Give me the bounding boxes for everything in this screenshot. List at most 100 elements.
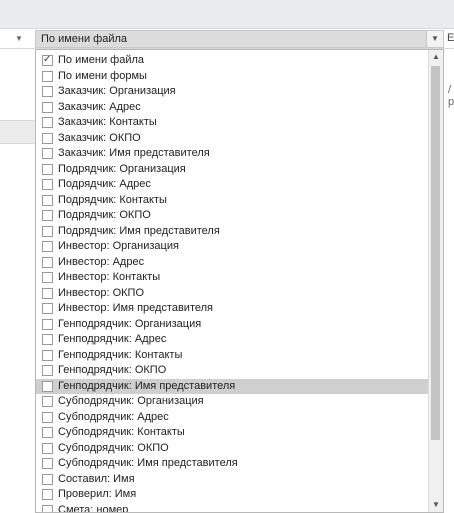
checkbox[interactable] (42, 132, 53, 144)
dropdown-item[interactable]: Генподрядчик: ОКПО (36, 363, 429, 379)
dropdown-item-label: Генподрядчик: Имя представителя (58, 379, 236, 392)
dropdown-item[interactable]: Инвестор: Контакты (36, 270, 429, 286)
checkbox[interactable] (42, 101, 53, 113)
dropdown-item[interactable]: Подрядчик: Контакты (36, 193, 429, 209)
checkbox[interactable] (42, 148, 53, 159)
dropdown-item-label: Инвестор: Имя представителя (58, 302, 213, 314)
dropdown-item-label: Проверил: Имя (58, 488, 137, 500)
dropdown-item[interactable]: Субподрядчик: ОКПО (36, 441, 429, 457)
checkbox[interactable] (42, 163, 53, 175)
checkbox[interactable] (42, 349, 53, 361)
dropdown-item[interactable]: Смета: номер (36, 503, 429, 513)
dropdown-item[interactable]: Генподрядчик: Адрес (36, 332, 429, 348)
dropdown-item-label: Подрядчик: ОКПО (58, 209, 151, 221)
dropdown-item[interactable]: Генподрядчик: Организация (36, 317, 429, 333)
dropdown-item-label: Субподрядчик: Организация (58, 395, 204, 407)
dropdown-item[interactable]: Инвестор: Организация (36, 239, 429, 255)
checkbox[interactable] (42, 52, 53, 67)
chevron-down-icon[interactable]: ▼ (426, 31, 443, 47)
dropdown-item[interactable]: Заказчик: Имя представителя (36, 146, 429, 162)
checkbox[interactable] (42, 194, 53, 206)
checkbox[interactable] (42, 241, 53, 252)
checkbox[interactable] (42, 318, 53, 330)
dropdown-item[interactable]: Проверил: Имя (36, 487, 429, 503)
checkbox[interactable] (42, 489, 53, 500)
dropdown-item[interactable]: По имени файла (36, 52, 429, 69)
chevron-up-icon[interactable]: ▲ (429, 50, 443, 64)
sort-combo[interactable]: По имени файла ▼ (35, 30, 444, 48)
dropdown-item[interactable]: Субподрядчик: Адрес (36, 410, 429, 426)
dropdown-item[interactable]: Субподрядчик: Имя представителя (36, 456, 429, 472)
dropdown-item-label: Подрядчик: Адрес (58, 178, 151, 190)
dropdown-item[interactable]: Заказчик: Контакты (36, 115, 429, 131)
dropdown-item-label: Составил: Имя (58, 472, 135, 485)
dropdown-item-label: Инвестор: Организация (58, 240, 179, 252)
dropdown-item-label: Смета: номер (58, 503, 129, 513)
dropdown-item[interactable]: По имени формы (36, 69, 429, 85)
dropdown-item[interactable]: Генподрядчик: Контакты (36, 348, 429, 364)
dropdown-item-label: Подрядчик: Организация (58, 162, 186, 175)
dropdown-item[interactable]: Заказчик: Адрес (36, 100, 429, 116)
dropdown-item[interactable]: Субподрядчик: Контакты (36, 425, 429, 441)
checkbox[interactable] (42, 442, 53, 454)
dropdown-item-label: Заказчик: Имя представителя (58, 147, 210, 159)
edge-label: /р (448, 84, 454, 108)
checkbox[interactable] (42, 179, 53, 190)
dropdown-item-label: Инвестор: ОКПО (58, 286, 145, 299)
dropdown-item-label: Субподрядчик: Контакты (58, 426, 185, 438)
dropdown-item[interactable]: Подрядчик: ОКПО (36, 208, 429, 224)
dropdown-item-label: Генподрядчик: Организация (58, 317, 202, 330)
dropdown-item-label: Заказчик: ОКПО (58, 131, 141, 144)
checkbox[interactable] (42, 365, 53, 376)
combo-selected-value: По имени файла (41, 33, 128, 45)
dropdown-item[interactable]: Инвестор: Адрес (36, 255, 429, 271)
checkbox[interactable] (42, 272, 53, 283)
scrollbar[interactable]: ▲ ▼ (428, 50, 443, 512)
dropdown-item[interactable]: Подрядчик: Имя представителя (36, 224, 429, 240)
checkbox[interactable] (42, 210, 53, 221)
dropdown-item-label: Заказчик: Контакты (58, 116, 157, 128)
checkbox[interactable] (42, 380, 53, 392)
dropdown-items: По имени файла По имени формы Заказчик: Ор… (36, 52, 429, 513)
checkbox[interactable] (42, 225, 53, 237)
dropdown-item-label: Подрядчик: Имя представителя (58, 224, 220, 237)
checkbox[interactable] (42, 334, 53, 345)
dropdown-item-label: Субподрядчик: Адрес (58, 410, 169, 423)
checkbox[interactable] (42, 256, 53, 268)
dropdown-list[interactable]: По имени файла По имени формы Заказчик: Ор… (35, 49, 444, 513)
dropdown-item-label: Инвестор: Контакты (58, 271, 161, 283)
dropdown-item-label: По имени формы (58, 69, 147, 82)
checkbox[interactable] (42, 117, 53, 128)
dropdown-item-label: Субподрядчик: Имя представителя (58, 457, 238, 469)
dropdown-item[interactable]: Инвестор: Имя представителя (36, 301, 429, 317)
checkbox[interactable] (42, 458, 53, 469)
checkbox[interactable] (42, 287, 53, 299)
dropdown-item-label: Заказчик: Адрес (58, 100, 141, 113)
dropdown-item[interactable]: Заказчик: ОКПО (36, 131, 429, 147)
checkbox[interactable] (42, 427, 53, 438)
chevron-down-icon[interactable]: ▼ (14, 34, 24, 44)
checkbox[interactable] (42, 396, 53, 407)
dropdown-item[interactable]: Субподрядчик: Организация (36, 394, 429, 410)
dropdown-item-label: Генподрядчик: Контакты (58, 348, 183, 361)
scrollbar-thumb[interactable] (431, 66, 440, 440)
checkbox[interactable] (42, 504, 53, 512)
dropdown-item[interactable]: Заказчик: Организация (36, 84, 429, 100)
dropdown-item[interactable]: Подрядчик: Адрес (36, 177, 429, 193)
chevron-down-icon[interactable]: ▼ (429, 498, 443, 512)
dropdown-item-label: Инвестор: Адрес (58, 255, 145, 268)
checkbox[interactable] (42, 303, 53, 314)
dropdown-item[interactable]: Подрядчик: Организация (36, 162, 429, 178)
dropdown-item-label: Подрядчик: Контакты (58, 193, 167, 206)
checkbox[interactable] (42, 473, 53, 485)
checkbox[interactable] (42, 70, 53, 82)
dropdown-item[interactable]: Инвестор: ОКПО (36, 286, 429, 302)
checkbox[interactable] (42, 411, 53, 423)
edge-label: Е (447, 32, 454, 44)
dropdown-item-label: Генподрядчик: Адрес (58, 333, 167, 345)
dropdown-item-label: Заказчик: Организация (58, 85, 176, 97)
dropdown-item[interactable]: Генподрядчик: Имя представителя (36, 378, 429, 394)
dropdown-item[interactable]: Составил: Имя (36, 472, 429, 488)
checkbox[interactable] (42, 86, 53, 97)
dropdown-item-label: По имени файла (58, 54, 145, 66)
